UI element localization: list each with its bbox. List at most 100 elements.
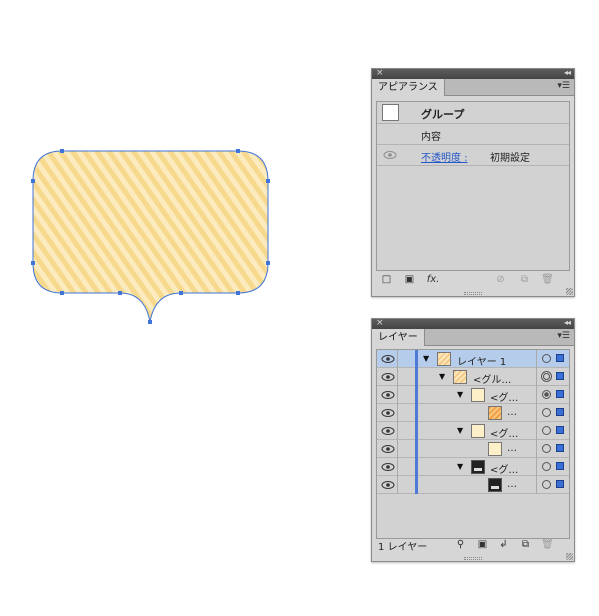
speech-bubble-artwork[interactable] bbox=[0, 0, 360, 616]
panel-menu-icon[interactable]: ▾☰ bbox=[557, 331, 570, 341]
layer-name[interactable]: <グル… bbox=[473, 371, 511, 386]
opacity-link[interactable]: 不透明度 : bbox=[421, 149, 468, 164]
make-clipping-mask-icon[interactable]: ▣ bbox=[476, 538, 489, 551]
target-circle-icon[interactable] bbox=[542, 480, 551, 489]
target-circle-icon[interactable] bbox=[542, 390, 551, 399]
layer-row[interactable]: ▼ <グ… bbox=[377, 386, 569, 404]
visibility-eye-icon[interactable] bbox=[381, 462, 395, 472]
layer-name[interactable]: <グ… bbox=[490, 461, 518, 476]
layer-count-label: 1 レイヤー bbox=[378, 542, 428, 553]
delete-item-icon[interactable]: 🗑 bbox=[541, 273, 554, 286]
layer-thumbnail bbox=[488, 478, 502, 492]
visibility-eye-icon[interactable] bbox=[381, 444, 395, 454]
layer-name[interactable]: <グ… bbox=[490, 389, 518, 404]
expand-triangle-icon[interactable]: ▼ bbox=[457, 426, 463, 436]
layer-thumbnail bbox=[471, 388, 485, 402]
target-circle-icon[interactable] bbox=[543, 373, 550, 380]
divider bbox=[536, 476, 537, 494]
speech-bubble-shape[interactable] bbox=[32, 150, 269, 323]
visibility-eye-icon[interactable] bbox=[381, 354, 395, 364]
lock-column[interactable] bbox=[397, 440, 398, 458]
visibility-eye-icon[interactable] bbox=[383, 149, 397, 161]
layers-panel: × ◂◂ レイヤー ▾☰ ▼ レイヤー 1 ▼ <グル… ▼ <グ… … ▼ <… bbox=[371, 318, 575, 562]
appearance-footer: □ ▣ fx. ⊘ ⧉ 🗑 bbox=[372, 270, 574, 290]
expand-triangle-icon[interactable]: ▼ bbox=[457, 462, 463, 472]
divider bbox=[536, 458, 537, 476]
selection-indicator[interactable] bbox=[556, 390, 564, 398]
layer-row[interactable]: ▼ レイヤー 1 bbox=[377, 350, 569, 368]
layer-thumbnail bbox=[453, 370, 467, 384]
appearance-header-row[interactable]: グループ bbox=[377, 102, 569, 124]
collapse-icon[interactable]: ◂◂ bbox=[564, 67, 571, 79]
selection-indicator[interactable] bbox=[556, 444, 564, 452]
visibility-eye-icon[interactable] bbox=[381, 426, 395, 436]
appearance-contents-row[interactable]: 内容 bbox=[377, 124, 569, 145]
target-circle-icon[interactable] bbox=[542, 462, 551, 471]
tab-layers[interactable]: レイヤー bbox=[372, 329, 425, 346]
layer-name[interactable]: … bbox=[507, 443, 517, 454]
close-icon[interactable]: × bbox=[376, 317, 384, 329]
divider bbox=[536, 440, 537, 458]
target-circle-icon[interactable] bbox=[542, 408, 551, 417]
selection-indicator[interactable] bbox=[556, 372, 564, 380]
tab-appearance[interactable]: アピアランス bbox=[372, 79, 445, 96]
layer-color-bar bbox=[415, 368, 418, 386]
resize-grip-icon[interactable] bbox=[566, 553, 573, 560]
layer-name[interactable]: … bbox=[507, 479, 517, 490]
divider bbox=[536, 368, 537, 386]
lock-column[interactable] bbox=[397, 458, 398, 476]
close-icon[interactable]: × bbox=[376, 67, 384, 79]
target-circle-icon[interactable] bbox=[542, 426, 551, 435]
add-fill-icon[interactable]: ▣ bbox=[403, 273, 416, 286]
panel-titlebar[interactable]: × ◂◂ bbox=[372, 67, 574, 79]
target-circle-icon[interactable] bbox=[542, 444, 551, 453]
opacity-value: 初期設定 bbox=[490, 153, 530, 164]
expand-triangle-icon[interactable]: ▼ bbox=[439, 372, 445, 382]
lock-column[interactable] bbox=[397, 350, 398, 368]
layer-row[interactable]: ▼ <グル… bbox=[377, 368, 569, 386]
layer-color-bar bbox=[415, 404, 418, 422]
selection-indicator[interactable] bbox=[556, 408, 564, 416]
panel-grip[interactable] bbox=[464, 557, 482, 560]
visibility-eye-icon[interactable] bbox=[381, 480, 395, 490]
add-stroke-icon[interactable]: □ bbox=[380, 273, 393, 286]
expand-triangle-icon[interactable]: ▼ bbox=[457, 390, 463, 400]
lock-column[interactable] bbox=[397, 404, 398, 422]
layer-row[interactable]: ▼ <グ… bbox=[377, 422, 569, 440]
layer-row[interactable]: … bbox=[377, 476, 569, 494]
lock-column[interactable] bbox=[397, 368, 398, 386]
panel-menu-icon[interactable]: ▾☰ bbox=[557, 81, 570, 91]
layer-row[interactable]: … bbox=[377, 404, 569, 422]
layer-row[interactable]: ▼ <グ… bbox=[377, 458, 569, 476]
selection-indicator[interactable] bbox=[556, 426, 564, 434]
lock-column[interactable] bbox=[397, 476, 398, 494]
delete-layer-icon[interactable]: 🗑 bbox=[541, 538, 554, 551]
target-circle-icon[interactable] bbox=[542, 354, 551, 363]
selection-indicator[interactable] bbox=[556, 462, 564, 470]
new-layer-icon[interactable]: ⧉ bbox=[519, 538, 532, 551]
lock-column[interactable] bbox=[397, 422, 398, 440]
new-sublayer-icon[interactable]: ↲ bbox=[497, 538, 510, 551]
expand-triangle-icon[interactable]: ▼ bbox=[423, 354, 429, 364]
selection-indicator[interactable] bbox=[556, 480, 564, 488]
layer-name[interactable]: レイヤー 1 bbox=[457, 353, 506, 368]
clear-appearance-icon[interactable]: ⊘ bbox=[494, 273, 507, 286]
layer-color-bar bbox=[415, 386, 418, 404]
duplicate-item-icon[interactable]: ⧉ bbox=[518, 273, 531, 286]
layer-thumbnail bbox=[471, 424, 485, 438]
lock-column[interactable] bbox=[397, 386, 398, 404]
visibility-eye-icon[interactable] bbox=[381, 390, 395, 400]
layer-name[interactable]: … bbox=[507, 407, 517, 418]
resize-grip-icon[interactable] bbox=[566, 288, 573, 295]
visibility-eye-icon[interactable] bbox=[381, 408, 395, 418]
panel-grip[interactable] bbox=[464, 292, 482, 295]
locate-object-icon[interactable]: ⚲ bbox=[454, 538, 467, 551]
appearance-opacity-row[interactable]: 不透明度 : 初期設定 bbox=[377, 145, 569, 166]
visibility-eye-icon[interactable] bbox=[381, 372, 395, 382]
add-effect-icon[interactable]: fx. bbox=[424, 273, 442, 286]
collapse-icon[interactable]: ◂◂ bbox=[564, 317, 571, 329]
layer-name[interactable]: <グ… bbox=[490, 425, 518, 440]
layer-row[interactable]: … bbox=[377, 440, 569, 458]
panel-titlebar[interactable]: × ◂◂ bbox=[372, 317, 574, 329]
selection-indicator[interactable] bbox=[556, 354, 564, 362]
